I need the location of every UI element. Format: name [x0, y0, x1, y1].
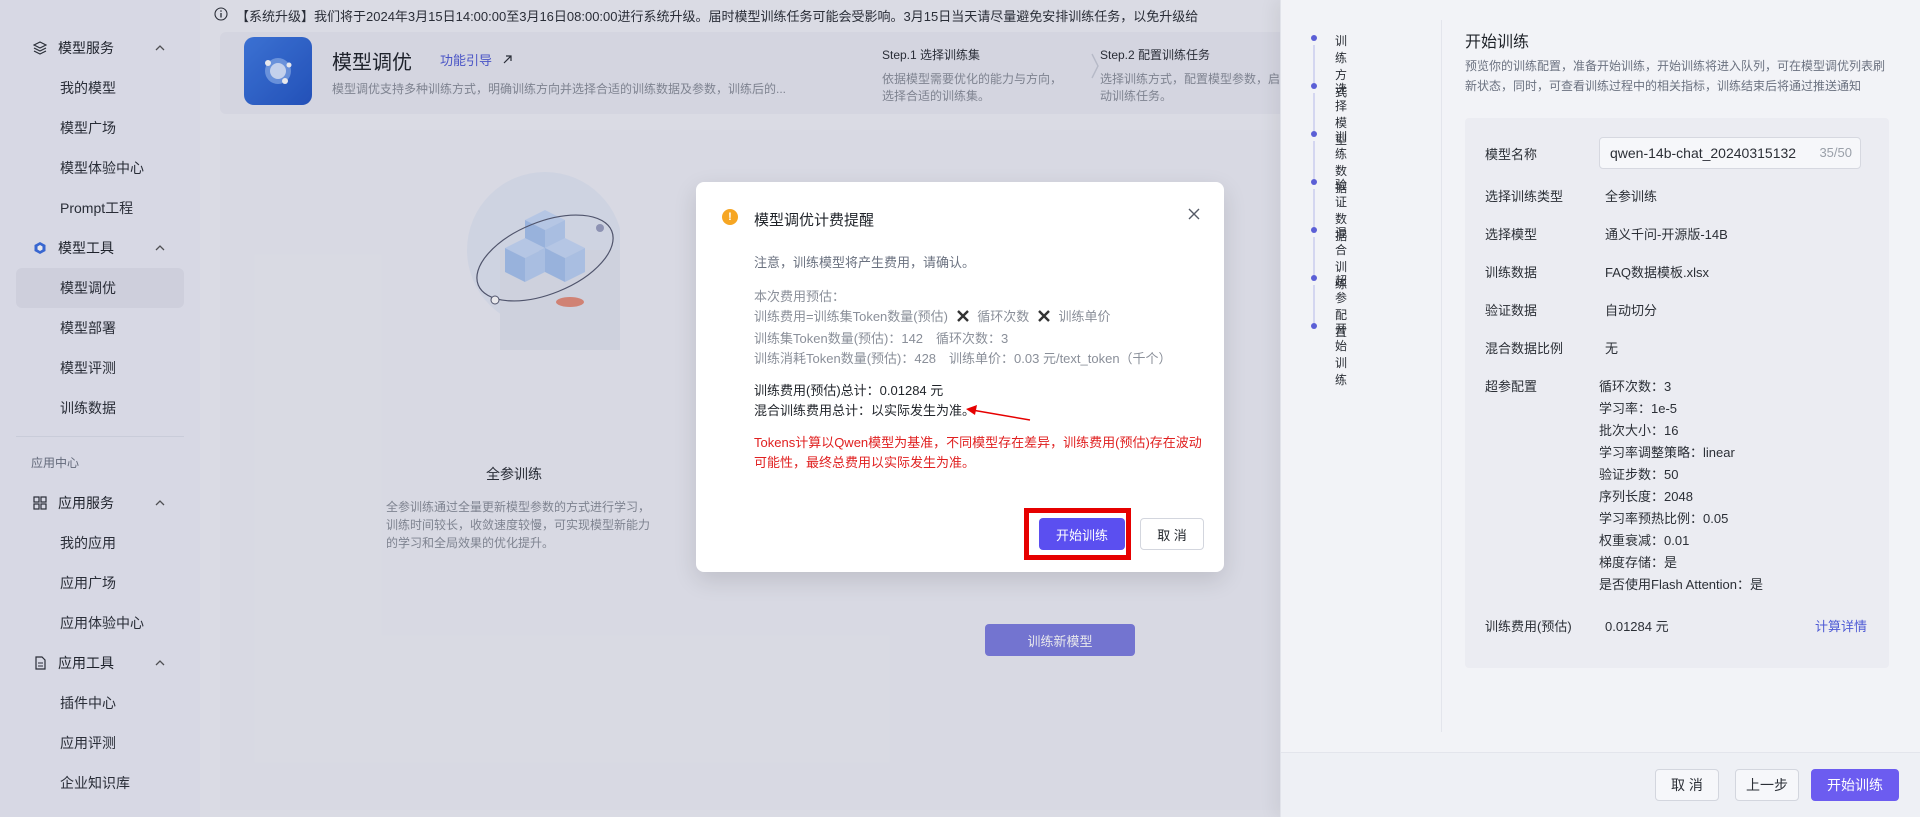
- field-label: 验证数据: [1485, 303, 1538, 318]
- drawer-cancel-button[interactable]: 取 消: [1655, 769, 1719, 801]
- model-name-value: qwen-14b-chat_20240315132: [1610, 145, 1797, 161]
- total-fee-line: 训练费用(预估)总计：0.01284 元: [754, 383, 944, 398]
- drawer-step-hyperparams[interactable]: 超参配置: [1311, 266, 1347, 339]
- warning-icon: !: [722, 209, 738, 225]
- hyperparam-item: 学习率：1e-5: [1599, 401, 1678, 416]
- field-label: 训练数据: [1485, 265, 1538, 280]
- field-value: 无: [1605, 341, 1619, 356]
- drawer-start-training-button[interactable]: 开始训练: [1811, 769, 1899, 801]
- consume-line: 训练消耗Token数量(预估)：428 训练单价：0.03 元/text_tok…: [754, 351, 1172, 366]
- field-label: 超参配置: [1485, 379, 1538, 394]
- hyperparam-item: 验证步数：50: [1599, 467, 1679, 482]
- field-label: 选择模型: [1485, 227, 1538, 242]
- field-value: FAQ数据模板.xlsx: [1605, 265, 1710, 280]
- drawer-step-select-model[interactable]: 选择模型: [1311, 74, 1347, 147]
- field-value: 自动切分: [1605, 303, 1658, 318]
- hyperparam-item: 学习率预热比例：0.05: [1599, 511, 1729, 526]
- summary-row: 训练数据 FAQ数据模板.xlsx: [1485, 262, 1709, 281]
- drawer-title: 开始训练: [1465, 34, 1530, 51]
- summary-fee-row: 训练费用(预估) 0.01284 元: [1485, 616, 1669, 635]
- drawer-step-start-training[interactable]: 开始训练: [1311, 314, 1347, 387]
- previous-step-button[interactable]: 上一步: [1735, 769, 1799, 801]
- fee-estimate: 本次费用预估： 训练费用=训练集Token数量(预估) 循环次数 训练单价 训练…: [754, 287, 1204, 369]
- step-dot: [1311, 35, 1317, 41]
- estimate-title: 本次费用预估：: [754, 289, 846, 304]
- field-value: 全参训练: [1605, 189, 1658, 204]
- close-icon[interactable]: [1186, 206, 1202, 222]
- multiply-icon: [1037, 309, 1051, 329]
- step-dot: [1311, 227, 1317, 233]
- hyperparam-item: 循环次数：3: [1599, 379, 1672, 394]
- fee-warning-text: Tokens计算以Qwen模型为基准，不同模型存在差异，训练费用(预估)存在波动…: [754, 435, 1202, 470]
- formula-part: 循环次数: [977, 309, 1030, 324]
- step-label: 开始训练: [1335, 322, 1348, 387]
- field-label: 模型名称: [1485, 147, 1538, 162]
- drawer-steps: 训练方式 选择模型 训练数据 验证数据 混合训练 超参配置 开始训练: [1311, 26, 1347, 387]
- calc-detail-link[interactable]: 计算详情: [1815, 616, 1867, 635]
- step-dot: [1311, 179, 1317, 185]
- fee-formula: 训练费用=训练集Token数量(预估) 循环次数 训练单价: [754, 307, 1204, 329]
- field-value: 通义千问-开源版-14B: [1605, 227, 1728, 242]
- hyperparam-item: 权重衰减：0.01: [1599, 533, 1690, 548]
- fee-value: 0.01284 元: [1605, 619, 1669, 634]
- drawer-footer: 取 消 上一步 开始训练: [1281, 752, 1920, 817]
- hyperparam-item: 是否使用Flash Attention：是: [1599, 577, 1763, 592]
- summary-row: 混合数据比例 无: [1485, 338, 1618, 357]
- formula-part: 训练费用=训练集Token数量(预估): [754, 309, 948, 324]
- hyperparams-label: 超参配置: [1485, 376, 1605, 395]
- summary-row: 选择模型 通义千问-开源版-14B: [1485, 224, 1728, 243]
- hyperparam-item: 学习率调整策略：linear: [1599, 445, 1735, 460]
- drawer-divider: [1441, 20, 1442, 732]
- cancel-button[interactable]: 取 消: [1140, 518, 1204, 550]
- field-label: 选择训练类型: [1485, 189, 1564, 204]
- token-count-line: 训练集Token数量(预估)：142 循环次数：3: [754, 331, 1009, 346]
- hyperparam-item: 序列长度：2048: [1599, 489, 1693, 504]
- step-dot: [1311, 83, 1317, 89]
- dialog-title: 模型调优计费提醒: [754, 212, 875, 229]
- drawer-step-validation-data[interactable]: 验证数据: [1311, 170, 1347, 243]
- drawer-step-training-data[interactable]: 训练数据: [1311, 122, 1347, 195]
- drawer-description: 预览你的训练配置，准备开始训练，开始训练将进入队列，可在模型调优列表刷新状态，同…: [1465, 59, 1886, 93]
- field-label: 混合数据比例: [1485, 341, 1564, 356]
- dialog-body: 注意，训练模型将产生费用，请确认。 本次费用预估： 训练费用=训练集Token数…: [754, 253, 1204, 473]
- billing-reminder-dialog: ! 模型调优计费提醒 注意，训练模型将产生费用，请确认。 本次费用预估： 训练费…: [696, 182, 1224, 572]
- step-dot: [1311, 323, 1317, 329]
- model-name-input[interactable]: qwen-14b-chat_20240315132 35/50: [1599, 137, 1861, 169]
- start-training-drawer: 训练方式 选择模型 训练数据 验证数据 混合训练 超参配置 开始训练 开始训练 …: [1280, 0, 1920, 817]
- red-arrow-annotation: [964, 404, 1034, 429]
- summary-row: 验证数据 自动切分: [1485, 300, 1657, 319]
- dialog-note: 注意，训练模型将产生费用，请确认。: [754, 255, 976, 270]
- start-training-button[interactable]: 开始训练: [1039, 518, 1125, 550]
- drawer-step-training-method[interactable]: 训练方式: [1311, 26, 1347, 99]
- summary-name-label: 模型名称: [1485, 144, 1605, 163]
- hyperparams-list: 循环次数：3 学习率：1e-5 批次大小：16 学习率调整策略：linear 验…: [1599, 376, 1763, 596]
- drawer-step-mixed-training[interactable]: 混合训练: [1311, 218, 1347, 291]
- multiply-icon: [956, 309, 970, 329]
- training-summary: 模型名称 qwen-14b-chat_20240315132 35/50 选择训…: [1465, 118, 1889, 668]
- formula-part: 训练单价: [1058, 309, 1111, 324]
- summary-row: 选择训练类型 全参训练: [1485, 186, 1657, 205]
- step-dot: [1311, 275, 1317, 281]
- hyperparam-item: 批次大小：16: [1599, 423, 1679, 438]
- field-label: 训练费用(预估): [1485, 619, 1572, 634]
- hyperparam-item: 梯度存储：是: [1599, 555, 1678, 570]
- step-dot: [1311, 131, 1317, 137]
- model-name-counter: 35/50: [1819, 145, 1852, 160]
